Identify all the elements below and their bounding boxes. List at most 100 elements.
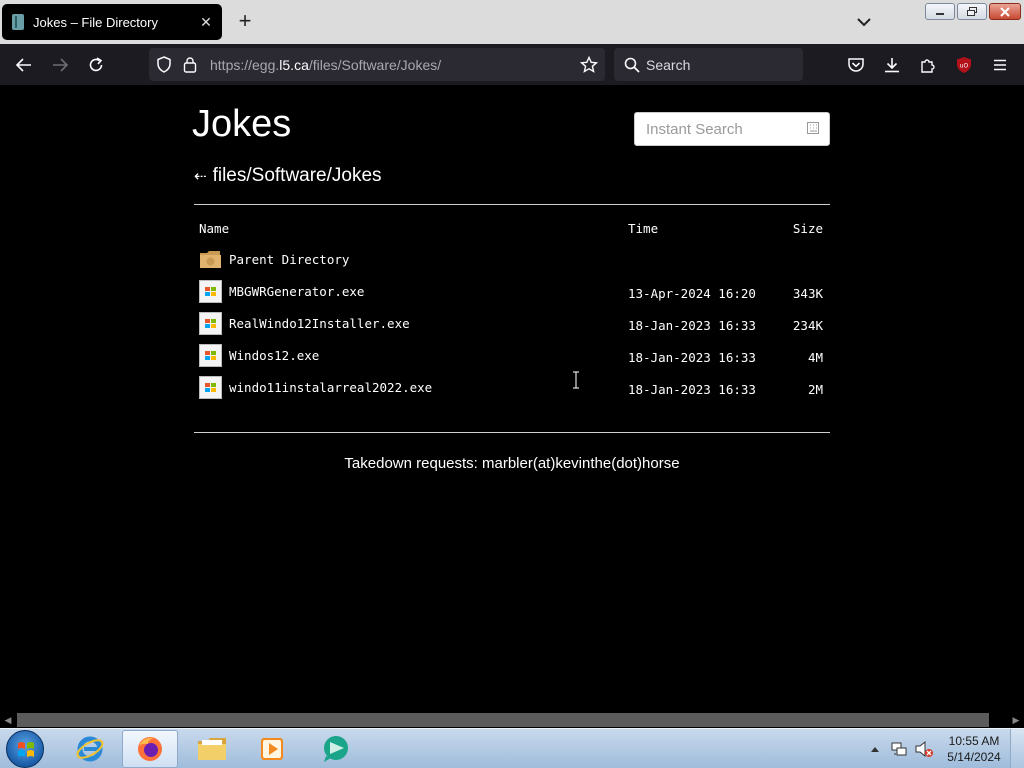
- divider-top: [194, 204, 830, 205]
- windows-taskbar: 10:55 AM 5/14/2024: [0, 728, 1024, 768]
- url-text[interactable]: https://egg.l5.ca/files/Software/Jokes/: [210, 57, 441, 73]
- show-hidden-icons-icon[interactable]: [870, 745, 880, 753]
- folder-icon: [200, 251, 221, 268]
- show-desktop-button[interactable]: [1010, 729, 1024, 768]
- media-player-icon: [261, 738, 283, 760]
- file-listing: Name Time Size Parent Directory MBGWRGen…: [194, 216, 830, 404]
- system-clock[interactable]: 10:55 AM 5/14/2024: [944, 733, 1004, 765]
- windows-logo-icon: [18, 742, 34, 757]
- clock-time: 10:55 AM: [948, 734, 1000, 748]
- shield-icon[interactable]: [156, 56, 172, 73]
- tab-jokes[interactable]: Jokes – File Directory ✕: [2, 4, 222, 40]
- web-search-field[interactable]: Search: [614, 48, 803, 81]
- folder-icon: [198, 738, 226, 760]
- takedown-footer: Takedown requests: marbler(at)kevinthe(d…: [344, 455, 680, 472]
- listing-header: Name Time Size: [194, 216, 830, 244]
- url-prefix: https://egg.: [210, 57, 280, 73]
- taskbar-file-explorer[interactable]: [184, 730, 240, 768]
- chat-app-icon: [324, 736, 348, 762]
- table-row[interactable]: RealWindo12Installer.exe 18-Jan-2023 16:…: [194, 308, 830, 340]
- table-row[interactable]: Windos12.exe 18-Jan-2023 16:33 4M: [194, 340, 830, 372]
- forward-button[interactable]: [48, 53, 72, 77]
- volume-muted-icon[interactable]: [914, 740, 934, 758]
- file-time: 18-Jan-2023 16:33: [628, 382, 756, 397]
- taskbar-firefox[interactable]: [122, 730, 178, 768]
- divider-bottom: [194, 432, 830, 433]
- restore-icon: [967, 6, 977, 16]
- pocket-icon: [848, 58, 864, 72]
- close-icon: [1000, 6, 1010, 17]
- minimize-button[interactable]: [925, 3, 955, 20]
- scrollbar-thumb[interactable]: [17, 713, 989, 727]
- downloads-button[interactable]: [880, 53, 904, 77]
- taskbar-internet-explorer[interactable]: [62, 730, 118, 768]
- search-placeholder: Search: [646, 57, 691, 73]
- bookmark-star-icon[interactable]: [580, 56, 598, 74]
- start-button[interactable]: [6, 730, 44, 768]
- minimize-icon: [936, 12, 944, 15]
- svg-text:uO: uO: [960, 63, 969, 70]
- taskbar-app[interactable]: [308, 730, 364, 768]
- table-row[interactable]: MBGWRGenerator.exe 13-Apr-2024 16:20 343…: [194, 276, 830, 308]
- navigation-toolbar: https://egg.l5.ca/files/Software/Jokes/ …: [0, 44, 1024, 85]
- extensions-button[interactable]: [916, 53, 940, 77]
- table-row-parent-directory[interactable]: Parent Directory: [194, 244, 830, 276]
- url-host: l5.ca: [279, 57, 309, 73]
- file-size: 4M: [807, 350, 823, 365]
- back-link-icon[interactable]: ⇠: [194, 167, 207, 185]
- taskbar-media-player[interactable]: [244, 730, 300, 768]
- scroll-right-icon[interactable]: ▶: [1011, 715, 1021, 725]
- file-size: 2M: [807, 382, 823, 397]
- url-bar[interactable]: https://egg.l5.ca/files/Software/Jokes/: [149, 48, 605, 81]
- file-time: 18-Jan-2023 16:33: [628, 350, 756, 365]
- file-time: 13-Apr-2024 16:20: [628, 286, 756, 301]
- restore-button[interactable]: [957, 3, 987, 20]
- scroll-left-icon[interactable]: ◀: [3, 715, 13, 725]
- file-link[interactable]: MBGWRGenerator.exe: [229, 284, 364, 299]
- table-row[interactable]: windo11instalarreal2022.exe 18-Jan-2023 …: [194, 372, 830, 404]
- column-name-header[interactable]: Name: [199, 221, 229, 236]
- file-link[interactable]: Parent Directory: [229, 252, 349, 267]
- horizontal-scrollbar[interactable]: ◀ ▶: [0, 712, 1024, 728]
- file-link[interactable]: windo11instalarreal2022.exe: [229, 380, 432, 395]
- book-icon: [12, 14, 24, 30]
- lock-icon[interactable]: [183, 56, 197, 73]
- file-size: 234K: [792, 318, 823, 333]
- tab-title: Jokes – File Directory: [33, 14, 158, 30]
- column-time-header[interactable]: Time: [628, 221, 658, 236]
- menu-button[interactable]: [988, 53, 1012, 77]
- instant-search-input[interactable]: [634, 112, 830, 146]
- text-cursor-icon: [573, 371, 579, 389]
- url-path: /files/Software/Jokes/: [308, 57, 442, 73]
- window-controls: [925, 3, 1021, 20]
- reload-icon: [89, 57, 103, 72]
- firefox-icon: [138, 737, 162, 761]
- breadcrumb: ⇠ files/Software/Jokes: [194, 165, 382, 187]
- chevron-down-icon[interactable]: [854, 12, 874, 32]
- ublock-button[interactable]: uO: [952, 53, 976, 77]
- page-title: Jokes: [192, 103, 292, 145]
- executable-icon: [199, 280, 222, 303]
- puzzle-icon: [921, 59, 935, 73]
- close-window-button[interactable]: [989, 3, 1021, 20]
- pocket-button[interactable]: [844, 53, 868, 77]
- download-icon: [885, 58, 899, 73]
- column-size-header[interactable]: Size: [793, 221, 823, 236]
- hamburger-menu-icon: [994, 59, 1006, 71]
- search-icon: [624, 57, 640, 73]
- internet-explorer-icon: [76, 736, 104, 762]
- close-tab-icon[interactable]: ✕: [198, 14, 214, 30]
- file-link[interactable]: RealWindo12Installer.exe: [229, 316, 410, 331]
- ublock-origin-icon: uO: [957, 57, 971, 73]
- breadcrumb-path: files/Software/Jokes: [212, 165, 382, 186]
- keyboard-icon: [807, 122, 819, 134]
- executable-icon: [199, 344, 222, 367]
- executable-icon: [199, 312, 222, 335]
- network-icon[interactable]: [890, 740, 908, 758]
- executable-icon: [199, 376, 222, 399]
- reload-button[interactable]: [84, 53, 108, 77]
- new-tab-button[interactable]: +: [233, 10, 257, 34]
- back-button[interactable]: [12, 53, 36, 77]
- file-link[interactable]: Windos12.exe: [229, 348, 319, 363]
- file-time: 18-Jan-2023 16:33: [628, 318, 756, 333]
